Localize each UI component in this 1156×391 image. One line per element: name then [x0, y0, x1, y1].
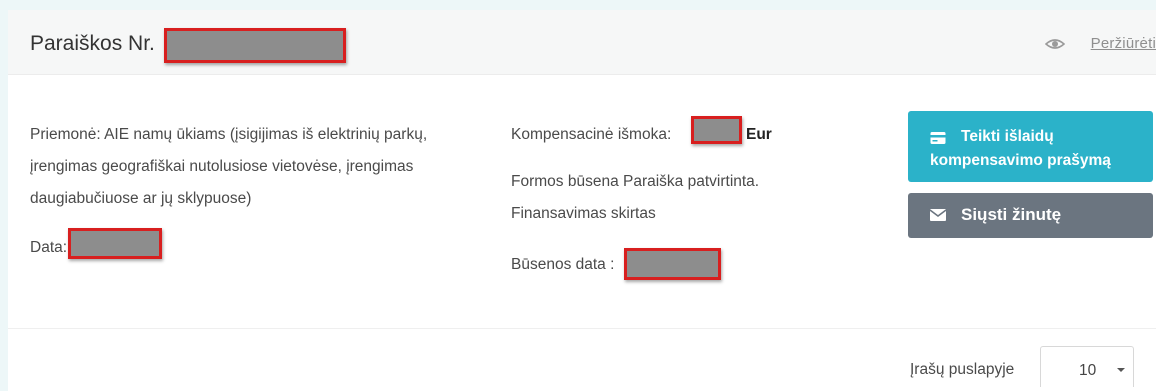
send-message-button[interactable]: Siųsti žinutę	[908, 193, 1153, 238]
preview-link[interactable]: Peržiūrėti	[1091, 35, 1156, 52]
per-page-select[interactable]: 10	[1040, 346, 1134, 387]
credit-card-icon	[930, 132, 946, 144]
per-page-value: 10	[1079, 362, 1097, 379]
form-status-line-2: Finansavimas skirtas	[511, 205, 656, 222]
measure-line-3: daugiabučiuose ar jų sklypuose)	[30, 190, 252, 207]
redacted-date	[68, 228, 162, 259]
redacted-compensation-amount	[691, 116, 742, 144]
application-title: Paraiškos Nr.	[30, 32, 155, 55]
date-label: Data:	[30, 239, 68, 256]
redacted-status-date	[624, 248, 721, 280]
redacted-application-number	[164, 28, 346, 63]
eye-icon[interactable]	[1045, 36, 1065, 52]
measure-line-2: įrengimas geografiškai nutolusiose vieto…	[30, 158, 414, 175]
compensation-label: Kompensacinė išmoka:	[511, 126, 672, 143]
card-header: Paraiškos Nr. Peržiūrėti	[8, 10, 1156, 75]
currency-label: Eur	[746, 126, 772, 143]
measure-line-1: Priemonė: AIE namų ūkiams (įsigijimas iš…	[30, 126, 428, 143]
application-card: Paraiškos Nr. Peržiūrėti Priemonė: AIE n…	[8, 10, 1156, 391]
submit-button-label-line-2: kompensavimo prašymą	[930, 152, 1111, 169]
submit-expense-compensation-button[interactable]: Teikti išlaidų kompensavimo prašymą	[908, 111, 1153, 182]
divider	[8, 328, 1156, 329]
send-message-label: Siųsti žinutę	[961, 205, 1062, 224]
submit-button-label-line-1: Teikti išlaidų	[961, 128, 1054, 145]
form-status-line-1: Formos būsena Paraiška patvirtinta.	[511, 173, 760, 190]
per-page-label: Įrašų puslapyje	[910, 361, 1015, 378]
envelope-icon	[930, 209, 946, 221]
caret-down-icon	[1117, 368, 1125, 372]
status-date-label: Būsenos data :	[511, 256, 615, 273]
